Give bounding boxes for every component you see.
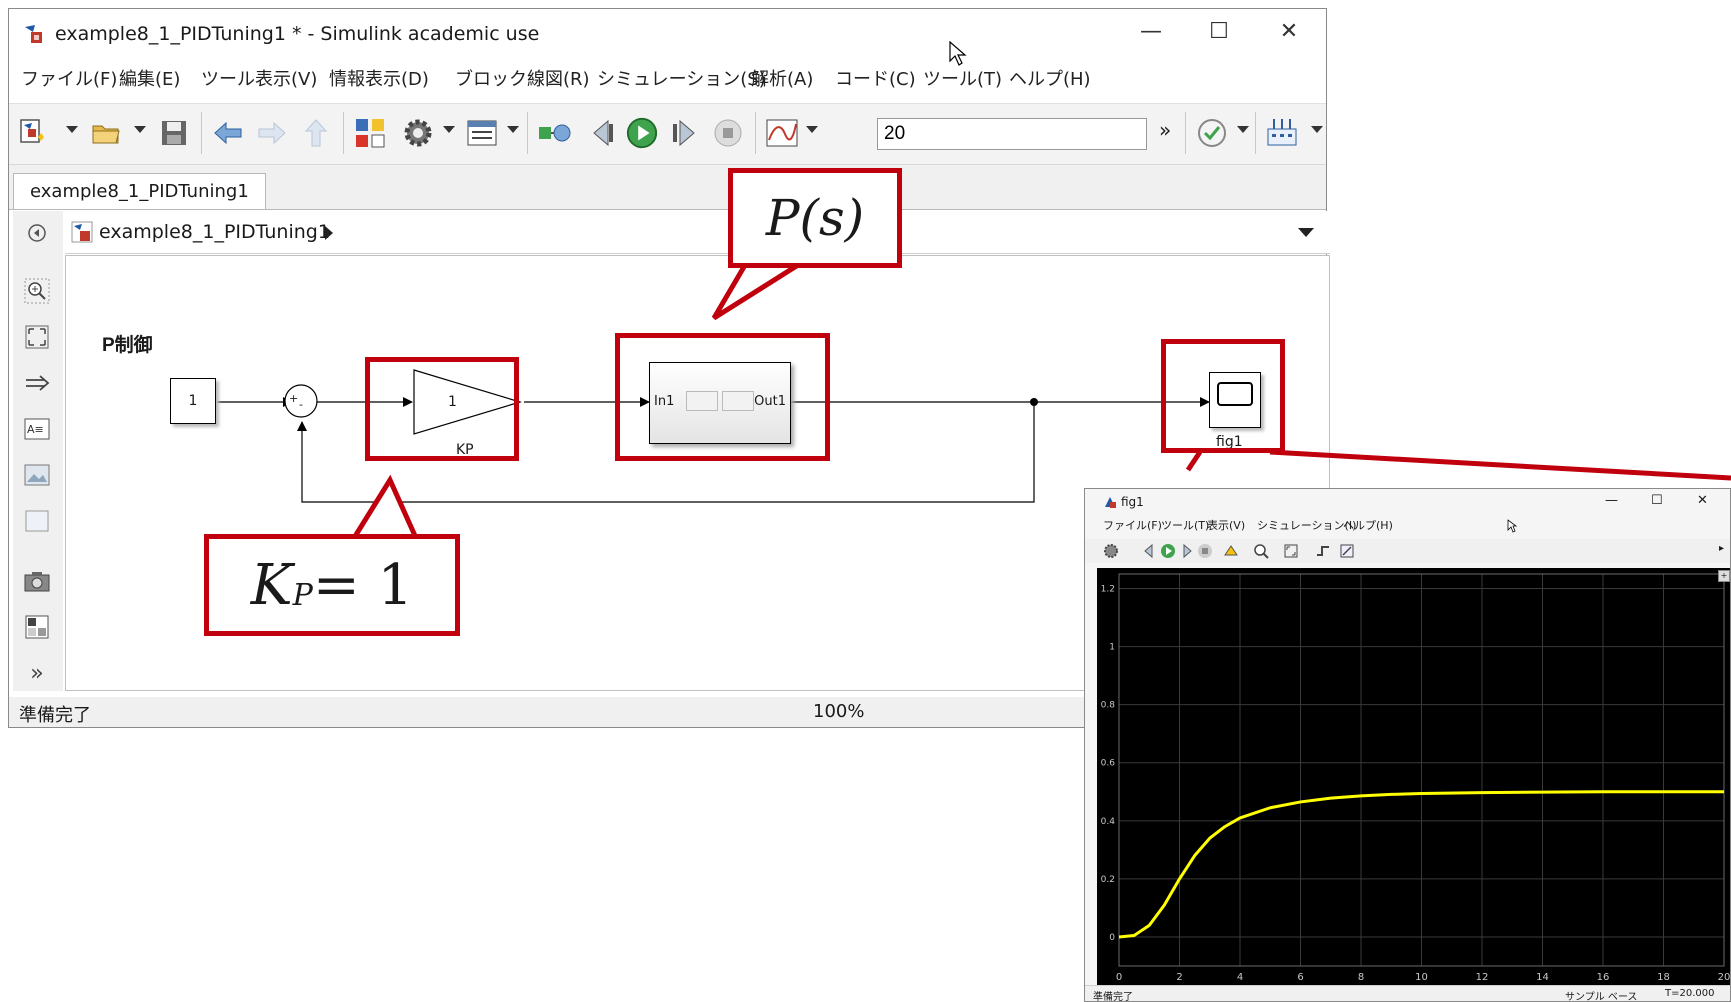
scope-autoscale-icon[interactable] bbox=[1283, 543, 1299, 559]
x-tick-label: 12 bbox=[1476, 972, 1489, 983]
gain-callout: KP = 1 bbox=[204, 534, 460, 636]
scope-sample-mode: サンプル ベース bbox=[1565, 992, 1638, 1002]
scope-toolbar-overflow-icon[interactable]: ▸ bbox=[1719, 543, 1724, 554]
scope-step-forward-icon[interactable] bbox=[1179, 543, 1195, 559]
y-tick-label: 0.4 bbox=[1101, 817, 1116, 827]
y-tick-label: 0.8 bbox=[1101, 701, 1116, 711]
scope-status-bar: 準備完了 サンプル ベース T=20.000 bbox=[1085, 985, 1730, 1002]
x-tick-label: 8 bbox=[1358, 972, 1364, 983]
scope-edit-icon[interactable] bbox=[1339, 543, 1355, 559]
scope-settings-icon[interactable] bbox=[1103, 543, 1119, 559]
y-tick-label: 0.2 bbox=[1101, 875, 1115, 885]
scope-step-back-icon[interactable] bbox=[1141, 543, 1157, 559]
scope-menu-simulation[interactable]: シミュレーション(I) bbox=[1257, 517, 1356, 533]
x-tick-label: 6 bbox=[1297, 972, 1303, 983]
scope-minimize-button[interactable]: — bbox=[1605, 493, 1618, 508]
scope-app-icon bbox=[1105, 497, 1116, 508]
scope-maximize-button[interactable]: ☐ bbox=[1651, 493, 1663, 508]
y-tick-label: 0 bbox=[1109, 933, 1115, 943]
x-tick-label: 20 bbox=[1718, 972, 1731, 983]
x-tick-label: 0 bbox=[1116, 972, 1122, 983]
scope-undock-icon[interactable]: + bbox=[1718, 570, 1730, 582]
gain-symbol: K bbox=[250, 552, 293, 618]
x-tick-label: 10 bbox=[1415, 972, 1428, 983]
scope-menu-file[interactable]: ファイル(F) bbox=[1103, 517, 1162, 533]
scope-plot[interactable]: 0 2 4 6 8 10 12 14 16 18 20 0 0.2 0.4 0.6 0.8 1 1.2 + bbox=[1097, 568, 1731, 986]
y-tick-label: 0.6 bbox=[1101, 759, 1116, 769]
scope-menu-tools[interactable]: ツール(T) bbox=[1161, 517, 1209, 533]
x-tick-label: 14 bbox=[1536, 972, 1549, 983]
scope-menu-view[interactable]: 表示(V) bbox=[1207, 517, 1245, 533]
gain-subscript: P bbox=[292, 577, 313, 613]
scope-highlight-icon[interactable] bbox=[1223, 543, 1239, 559]
y-tick-label: 1.2 bbox=[1101, 585, 1115, 595]
x-tick-label: 16 bbox=[1597, 972, 1610, 983]
x-tick-label: 18 bbox=[1657, 972, 1670, 983]
scope-status-text: 準備完了 bbox=[1093, 992, 1133, 1002]
scope-title: fig1 bbox=[1121, 495, 1144, 509]
scope-sim-time: T=20.000 bbox=[1665, 988, 1715, 999]
plant-callout: P(s) bbox=[728, 168, 902, 268]
scope-run-icon[interactable] bbox=[1159, 542, 1177, 560]
scope-zoom-icon[interactable] bbox=[1253, 543, 1269, 559]
scope-close-button[interactable]: ✕ bbox=[1697, 493, 1708, 508]
scope-stop-icon[interactable] bbox=[1197, 543, 1213, 559]
y-tick-label: 1 bbox=[1109, 643, 1115, 653]
scope-plot-svg: 0 2 4 6 8 10 12 14 16 18 20 0 0.2 0.4 0.6 0.8 1 1.2 bbox=[1101, 573, 1731, 983]
gain-equation: = 1 bbox=[312, 552, 414, 618]
x-tick-label: 2 bbox=[1176, 972, 1182, 983]
scope-menu-help[interactable]: ヘルプ(H) bbox=[1343, 517, 1393, 533]
scope-toolbar: ▸ bbox=[1085, 539, 1730, 563]
scope-window: fig1 — ☐ ✕ ファイル(F) ツール(T) 表示(V) シミュレーション… bbox=[1084, 488, 1731, 1002]
scope-trigger-icon[interactable] bbox=[1315, 543, 1331, 559]
x-tick-label: 4 bbox=[1237, 972, 1243, 983]
scope-mouse-cursor-icon bbox=[1507, 519, 1517, 533]
